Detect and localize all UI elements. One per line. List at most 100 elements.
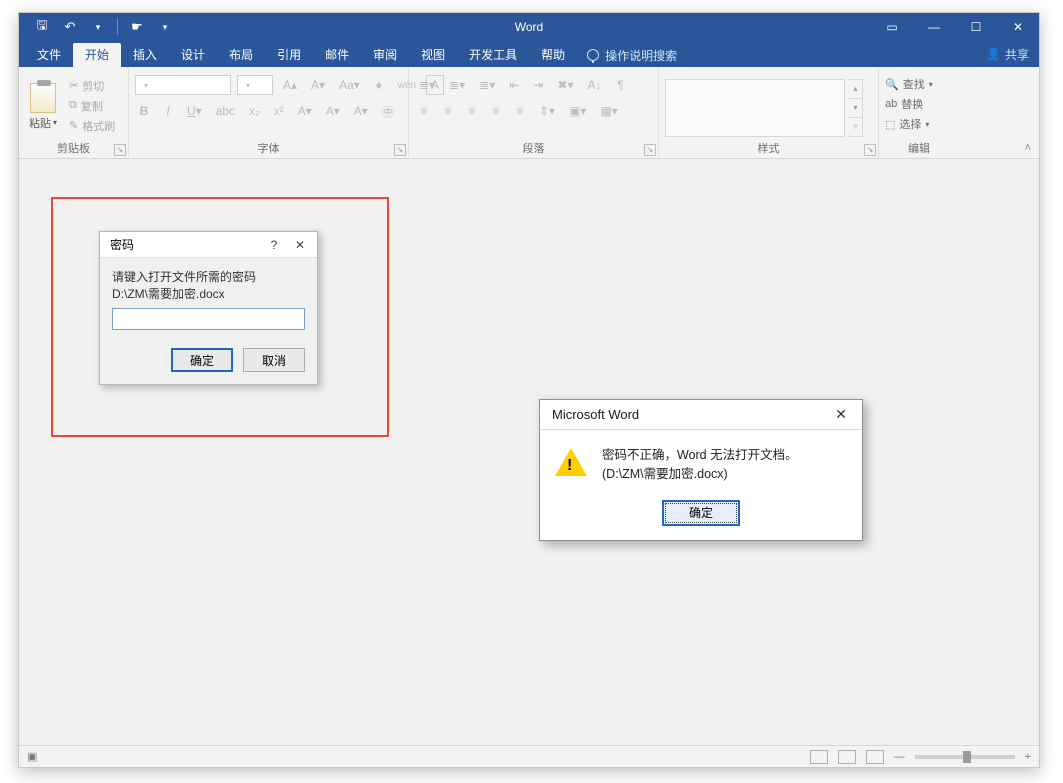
password-input[interactable] [112,308,305,330]
change-case-icon[interactable]: Aa▾ [335,75,364,95]
quick-access-toolbar: 🖫 ↶ ▾ ☛ ▾ [19,16,178,38]
shrink-font-icon[interactable]: A▾ [307,75,329,95]
sort-icon[interactable]: A↓ [583,75,605,95]
redo-icon[interactable]: ▾ [85,16,111,38]
cut-button[interactable]: ✂剪切 [69,77,115,95]
justify-icon[interactable]: ≡ [487,101,505,121]
ribbon-display-options-icon[interactable]: ▭ [871,13,913,41]
line-spacing-icon[interactable]: ⇕▾ [535,101,559,121]
paste-button[interactable]: 粘贴▾ [25,81,61,131]
find-label: 查找 [903,76,925,92]
group-editing: 🔍查找▾ ab替换 ⬚选择▾ 编辑 [879,67,959,158]
web-layout-icon[interactable] [866,750,884,764]
tab-home[interactable]: 开始 [73,43,121,67]
copy-label: 复制 [81,98,103,114]
tab-design[interactable]: 设计 [169,43,217,67]
cancel-button[interactable]: 取消 [243,348,305,372]
ok-button[interactable]: 确定 [662,500,740,526]
print-layout-icon[interactable] [838,750,856,764]
text-effects-icon[interactable]: A▾ [294,101,316,121]
read-mode-icon[interactable] [810,750,828,764]
multilevel-list-icon[interactable]: ≣▾ [475,75,499,95]
select-button[interactable]: ⬚选择▾ [885,115,929,133]
qat-customize-icon[interactable]: ▾ [152,16,178,38]
tab-view[interactable]: 视图 [409,43,457,67]
word-window: 🖫 ↶ ▾ ☛ ▾ Word ▭ — ☐ ✕ 文件 开始 插入 设计 布局 引用… [18,12,1040,768]
italic-icon[interactable]: I [159,101,177,121]
superscript-icon[interactable]: x² [270,101,288,121]
align-center-icon[interactable]: ≡ [439,101,457,121]
error-line1: 密码不正确，Word 无法打开文档。 [602,446,798,465]
tell-me-label: 操作说明搜索 [605,47,677,64]
align-right-icon[interactable]: ≡ [463,101,481,121]
clipboard-dialog-launcher[interactable]: ↘ [114,144,126,156]
tab-layout[interactable]: 布局 [217,43,265,67]
numbering-icon[interactable]: ≣▾ [445,75,469,95]
error-line2: (D:\ZM\需要加密.docx) [602,465,798,484]
increase-indent-icon[interactable]: ⇥ [529,75,547,95]
tab-developer[interactable]: 开发工具 [457,43,529,67]
distributed-icon[interactable]: ≡ [511,101,529,121]
styles-dialog-launcher[interactable]: ↘ [864,144,876,156]
bullets-icon[interactable]: ≣▾ [415,75,439,95]
replace-button[interactable]: ab替换 [885,95,923,113]
undo-icon[interactable]: ↶ [57,16,83,38]
shading-icon[interactable]: ▣▾ [565,101,590,121]
highlight-icon[interactable]: A▾ [322,101,344,121]
align-left-icon[interactable]: ≡ [415,101,433,121]
grow-font-icon[interactable]: A▴ [279,75,301,95]
scissors-icon: ✂ [69,79,78,92]
styles-gallery-scroll[interactable]: ▴▾▿ [849,79,863,137]
asian-layout-icon[interactable]: ✖▾ [553,75,577,95]
enclose-char-icon[interactable]: ㊥ [378,101,398,121]
zoom-out-icon[interactable]: — [894,751,905,763]
close-button[interactable]: ✕ [997,13,1039,41]
share-button[interactable]: 👤 共享 [986,41,1029,67]
macro-record-icon[interactable]: ▣ [27,750,37,763]
password-prompt-text: 请键入打开文件所需的密码 [112,268,305,285]
tab-file[interactable]: 文件 [25,43,73,67]
error-dialog: Microsoft Word ✕ ! 密码不正确，Word 无法打开文档。 (D… [539,399,863,541]
styles-gallery[interactable] [665,79,845,137]
font-name-combo[interactable]: ▾ [135,75,231,95]
font-size-combo[interactable]: ▾ [237,75,273,95]
status-bar: ▣ — + [19,745,1039,767]
tab-insert[interactable]: 插入 [121,43,169,67]
zoom-slider[interactable] [915,755,1015,759]
underline-icon[interactable]: U▾ [183,101,206,121]
paste-label: 粘贴 [29,115,51,131]
minimize-button[interactable]: — [913,13,955,41]
decrease-indent-icon[interactable]: ⇤ [505,75,523,95]
show-marks-icon[interactable]: ¶ [611,75,629,95]
tell-me-search[interactable]: 操作说明搜索 [577,43,677,67]
paragraph-dialog-launcher[interactable]: ↘ [644,144,656,156]
bold-icon[interactable]: B [135,101,153,121]
copy-button[interactable]: ⧉复制 [69,97,115,115]
font-dialog-launcher[interactable]: ↘ [394,144,406,156]
format-painter-button[interactable]: ✎格式刷 [69,117,115,135]
touch-mode-icon[interactable]: ☛ [124,16,150,38]
restore-button[interactable]: ☐ [955,13,997,41]
tab-mailings[interactable]: 邮件 [313,43,361,67]
subscript-icon[interactable]: x₂ [245,101,264,121]
save-icon[interactable]: 🖫 [29,16,55,38]
group-label-styles: 样式 [665,140,872,158]
tab-references[interactable]: 引用 [265,43,313,67]
strikethrough-icon[interactable]: abc [212,101,239,121]
help-button[interactable]: ? [263,236,285,254]
ok-button[interactable]: 确定 [171,348,233,372]
clear-format-icon[interactable]: ♦ [370,75,388,95]
tab-help[interactable]: 帮助 [529,43,577,67]
font-color-icon[interactable]: A▾ [350,101,372,121]
brush-icon: ✎ [69,119,78,132]
close-icon[interactable]: ✕ [289,236,311,254]
zoom-in-icon[interactable]: + [1025,751,1031,763]
ribbon: 粘贴▾ ✂剪切 ⧉复制 ✎格式刷 剪贴板 ↘ ▾ ▾ A▴ A▾ Aa▾ [19,67,1039,159]
password-filepath-text: D:\ZM\需要加密.docx [112,285,305,302]
close-icon[interactable]: ✕ [828,404,854,426]
tab-review[interactable]: 审阅 [361,43,409,67]
borders-icon[interactable]: ▦▾ [596,101,621,121]
collapse-ribbon-icon[interactable]: ˄ [1025,142,1031,154]
error-message: 密码不正确，Word 无法打开文档。 (D:\ZM\需要加密.docx) [602,446,798,484]
find-button[interactable]: 🔍查找▾ [885,75,933,93]
